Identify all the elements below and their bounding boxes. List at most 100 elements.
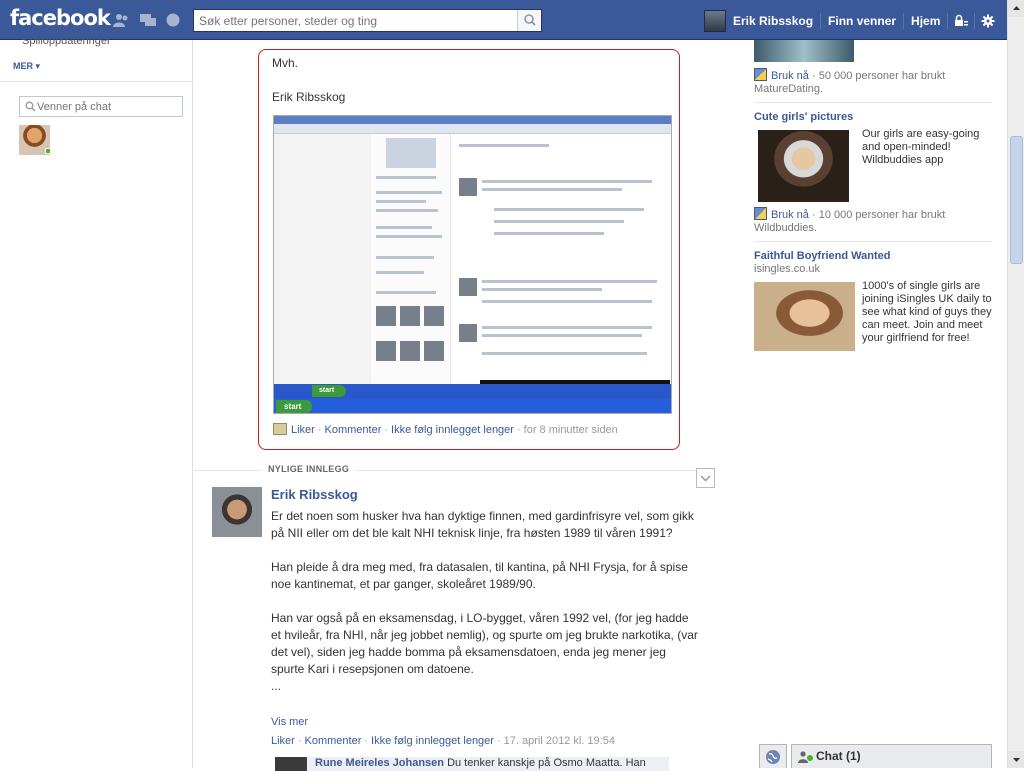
screenshot-thumbnail	[400, 306, 420, 326]
ad-image-cute-girls[interactable]	[758, 130, 849, 202]
chat-search-icon	[25, 101, 36, 112]
ad-image-faithful-boyfriend[interactable]	[754, 282, 855, 351]
ad-use-now-link[interactable]: Bruk nå	[771, 209, 809, 221]
unfollow-post-link[interactable]: Ikke følg innlegget lenger	[371, 735, 494, 747]
search-icon	[524, 14, 536, 26]
settings-gear-icon[interactable]	[975, 13, 1001, 29]
screenshot-thumbnail	[376, 306, 396, 326]
nav-find-friends-link[interactable]: Finn venner	[821, 14, 903, 28]
scroll-down-button[interactable]	[1008, 751, 1024, 768]
screenshot-text-line	[482, 300, 652, 303]
nav-profile-link[interactable]: Erik Ribsskog	[726, 14, 820, 28]
post-paragraph: Han pleide å dra meg med, fra datasalen,…	[271, 560, 688, 591]
screenshot-thumbnail	[459, 324, 477, 342]
commenter-avatar[interactable]	[275, 757, 307, 771]
ad-text[interactable]: Our girls are easy-going and open-minded…	[862, 128, 992, 167]
chat-dock-button[interactable]: Chat (1)	[791, 744, 992, 768]
screenshot-text-line	[376, 176, 436, 179]
top-bar: facebook Erik Ribsskog Finn venner Hjem	[0, 0, 1007, 40]
scroll-up-button[interactable]	[1008, 0, 1024, 17]
screenshot-start-button: start	[276, 400, 312, 413]
globe-icon	[766, 750, 780, 764]
search-input[interactable]	[194, 10, 518, 31]
right-sidebar-ads: Bruk nå · 50 000 personer har brukt Matu…	[754, 40, 1007, 742]
chat-people-icon	[798, 751, 813, 763]
separator: ·	[317, 424, 322, 436]
scrollbar-thumb[interactable]	[1010, 136, 1023, 264]
ad-divider	[754, 241, 992, 242]
comment-link[interactable]: Kommenter	[305, 735, 362, 747]
screenshot-thumbnail	[400, 341, 420, 361]
post-actions: Liker · Kommenter · Ikke følg innlegget leng…	[271, 735, 615, 747]
photo-attachment-icon	[273, 423, 287, 435]
search-button[interactable]	[517, 10, 541, 31]
like-link[interactable]: Liker	[271, 735, 295, 747]
screenshot-text-line	[376, 256, 434, 259]
screenshot-text-line	[376, 191, 442, 194]
screenshot-text-line	[376, 271, 424, 274]
comment-body: Du tenker kanskje på Osmo Maatta. Han	[447, 757, 646, 769]
screenshot-text-line	[482, 180, 652, 183]
sidebar-more-link[interactable]: MER ▾	[13, 61, 40, 72]
sidebar-item-game-updates[interactable]: Spilloppdateringer	[22, 35, 111, 47]
messages-icon[interactable]	[140, 13, 156, 27]
privacy-lock-icon[interactable]	[948, 13, 974, 29]
screenshot-taskbar	[274, 399, 671, 413]
post-text-line: Erik Ribsskog	[272, 90, 346, 104]
post-body: Er det noen som husker hva han dyktige f…	[271, 508, 701, 695]
arrow-up-icon	[1013, 6, 1020, 10]
screenshot-text-line	[494, 208, 644, 211]
story-options-button[interactable]	[696, 468, 715, 488]
post-author-avatar[interactable]	[212, 487, 262, 537]
screenshot-text-line	[482, 352, 647, 355]
screenshot-text-line	[482, 288, 602, 291]
notifications-globe-icon[interactable]	[165, 13, 181, 27]
screenshot-titlebar	[274, 116, 671, 124]
post-author-name[interactable]: Erik Ribsskog	[271, 487, 358, 502]
left-sidebar: Spilloppdateringer MER ▾	[0, 35, 193, 768]
friend-requests-icon[interactable]	[113, 13, 129, 27]
commenter-name[interactable]: Rune Meireles Johansen	[315, 757, 444, 769]
online-status-dot	[45, 148, 51, 154]
ad-title[interactable]: Cute girls' pictures	[754, 111, 853, 123]
separator: ·	[364, 735, 369, 747]
page-scrollbar[interactable]	[1007, 0, 1024, 768]
user-avatar[interactable]	[704, 10, 726, 32]
post-timestamp[interactable]: for 8 minutter siden	[524, 424, 618, 436]
ad-social-line: Bruk nå · 50 000 personer har brukt Matu…	[754, 68, 984, 96]
ad-domain[interactable]: isingles.co.uk	[754, 263, 820, 275]
notifications-dock-button[interactable]	[759, 744, 787, 768]
sidebar-divider	[0, 81, 193, 82]
comment-link[interactable]: Kommenter	[325, 424, 382, 436]
like-link[interactable]: Liker	[291, 424, 315, 436]
unfollow-post-link[interactable]: Ikke følg innlegget lenger	[391, 424, 514, 436]
screenshot-text-line	[482, 280, 657, 283]
ad-text[interactable]: 1000's of single girls are joining iSing…	[862, 280, 992, 345]
nav-home-link[interactable]: Hjem	[904, 14, 947, 28]
attached-screenshot-image[interactable]: start start	[273, 115, 672, 414]
chevron-down-icon: ▾	[35, 61, 41, 71]
facebook-logo[interactable]: facebook	[10, 6, 111, 30]
screenshot-text-line	[376, 235, 442, 238]
highlighted-photo-post: Mvh. Erik Ribsskog start start Liker · K…	[258, 49, 680, 450]
screenshot-text-line	[376, 209, 438, 212]
ad-title[interactable]: Faithful Boyfriend Wanted	[754, 250, 890, 262]
screenshot-text-line	[482, 334, 642, 337]
see-more-link[interactable]: Vis mer	[271, 716, 308, 728]
comment-row: Rune Meireles Johansen Du tenker kanskje…	[275, 757, 669, 771]
screenshot-text-line	[376, 226, 432, 229]
post-timestamp[interactable]: 17. april 2012 kl. 19:54	[504, 735, 615, 747]
screenshot-profile-picture	[386, 138, 436, 168]
arrow-down-icon	[1013, 758, 1020, 762]
post-paragraph: Er det noen som husker hva han dyktige f…	[271, 509, 694, 540]
news-feed: Mvh. Erik Ribsskog start start Liker · K…	[194, 40, 754, 771]
ad-image-mature-dating[interactable]	[754, 40, 854, 62]
screenshot-thumbnail	[424, 306, 444, 326]
chat-friends-search-input[interactable]	[19, 96, 183, 117]
sidebar-more-label: MER	[13, 61, 33, 71]
ad-use-now-link[interactable]: Bruk nå	[771, 70, 809, 82]
post-ellipsis: ...	[271, 679, 282, 693]
separator: ·	[516, 424, 521, 436]
app-cube-icon	[754, 68, 767, 81]
comment-text: Rune Meireles Johansen Du tenker kanskje…	[315, 757, 646, 769]
